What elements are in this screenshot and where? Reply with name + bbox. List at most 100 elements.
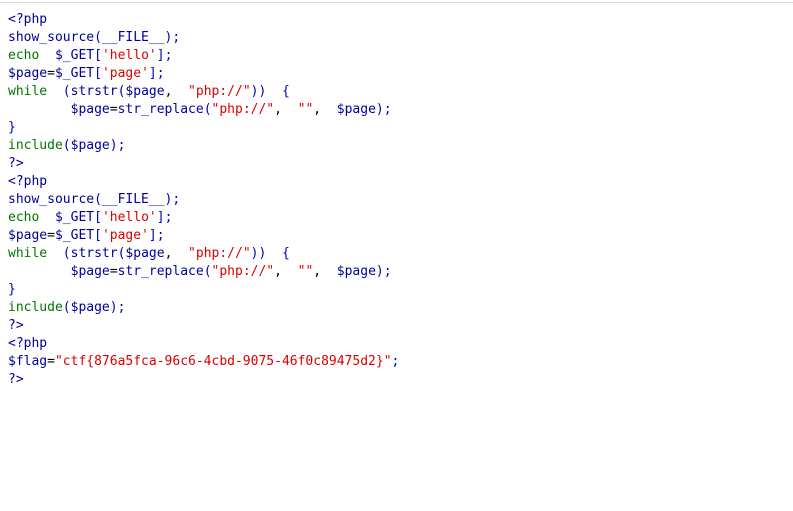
token-default: $_GET (54, 66, 95, 81)
token-plain: = (47, 66, 55, 81)
token-string: "php://" (211, 264, 275, 279)
token-punct: ; (164, 210, 173, 225)
token-default: __FILE__ (101, 192, 165, 207)
token-string: 'hello' (101, 48, 157, 63)
token-string: "" (297, 264, 314, 279)
token-punct: ) (375, 102, 384, 117)
code-line-include-page-2: include($page); (0, 299, 793, 317)
token-keyword: include (8, 300, 63, 315)
token-default: show_source (8, 30, 95, 45)
token-plain: , (313, 102, 322, 117)
token-default: $page (70, 264, 110, 279)
token-plain: , (313, 264, 322, 279)
token-default: __FILE__ (101, 30, 165, 45)
token-tag: <?php (8, 336, 48, 351)
token-keyword: while (8, 84, 48, 99)
token-punct: ( (62, 138, 71, 153)
token-default: str_replace (117, 264, 204, 279)
code-line-php-close-tag-2: ?> (0, 317, 793, 335)
token-default: strstr (70, 246, 118, 261)
token-string: 'page' (101, 66, 149, 81)
token-string: "php://" (188, 246, 251, 261)
token-default: $page (125, 84, 165, 99)
code-line-php-open-tag-2: <?php (0, 173, 793, 191)
token-default: $page (125, 246, 165, 261)
token-punct: ; (117, 300, 126, 315)
token-punct: ( (203, 264, 212, 279)
token-punct: ; (383, 264, 392, 279)
token-punct: ) (109, 300, 118, 315)
token-punct: [ (94, 66, 102, 81)
token-tag: ?> (8, 156, 24, 171)
token-punct: ( (203, 102, 212, 117)
code-line-close-brace-1: } (0, 119, 793, 137)
token-punct: ] (156, 48, 165, 63)
token-default: $_GET (54, 228, 95, 243)
token-tag: ?> (8, 318, 24, 333)
token-punct: )) (250, 84, 267, 99)
token-punct: ] (156, 210, 165, 225)
token-punct: [ (94, 228, 102, 243)
token-punct: ; (156, 66, 165, 81)
token-default: $_GET (54, 48, 95, 63)
token-string: "php://" (188, 84, 251, 99)
code-line-assign-page-1: $page=$_GET['page']; (0, 65, 793, 83)
token-plain: = (47, 354, 55, 369)
token-default: str_replace (117, 102, 204, 117)
token-punct: )) (250, 246, 267, 261)
token-tag: <?php (8, 174, 48, 189)
code-line-php-open-tag-1: <?php (0, 11, 793, 29)
code-line-echo-hello-2: echo $_GET['hello']; (0, 209, 793, 227)
token-punct: ; (172, 192, 181, 207)
code-line-echo-hello-1: echo $_GET['hello']; (0, 47, 793, 65)
token-punct: ) (375, 264, 384, 279)
token-default: show_source (8, 192, 95, 207)
token-plain: , (274, 102, 282, 117)
page-top-rule (0, 2, 793, 3)
token-default: $page (8, 228, 48, 243)
token-punct: ( (94, 30, 102, 45)
token-default: strstr (70, 84, 118, 99)
token-keyword: include (8, 138, 63, 153)
token-keyword: echo (8, 210, 48, 225)
code-line-while-strstr-2: while (strstr($page, "php://")) { (0, 245, 793, 263)
token-punct: { (281, 84, 290, 99)
token-punct: { (281, 246, 290, 261)
token-plain: , (274, 264, 282, 279)
token-string: "ctf{876a5fca-96c6-4cbd-9075-46f0c89475d… (54, 354, 392, 369)
code-line-str-replace-2: $page=str_replace("php://", "", $page); (0, 263, 793, 281)
token-punct: [ (94, 48, 102, 63)
token-punct: } (8, 120, 16, 135)
token-punct: ; (164, 48, 173, 63)
token-default: $page (336, 102, 376, 117)
token-punct: ( (54, 84, 71, 99)
token-tag: <?php (8, 12, 48, 27)
token-punct: ; (156, 228, 165, 243)
token-plain: = (109, 264, 118, 279)
code-line-show-source-call-1: show_source(__FILE__); (0, 29, 793, 47)
token-punct: ; (383, 102, 392, 117)
token-plain: = (109, 102, 118, 117)
code-line-flag-assignment: $flag="ctf{876a5fca-96c6-4cbd-9075-46f0c… (0, 353, 793, 371)
token-punct: ] (148, 66, 157, 81)
code-line-php-close-tag-1: ?> (0, 155, 793, 173)
token-plain: = (47, 228, 55, 243)
token-keyword: echo (8, 48, 48, 63)
code-line-str-replace-1: $page=str_replace("php://", "", $page); (0, 101, 793, 119)
token-punct: ) (109, 138, 118, 153)
token-string: 'page' (101, 228, 149, 243)
token-punct: ( (62, 300, 71, 315)
